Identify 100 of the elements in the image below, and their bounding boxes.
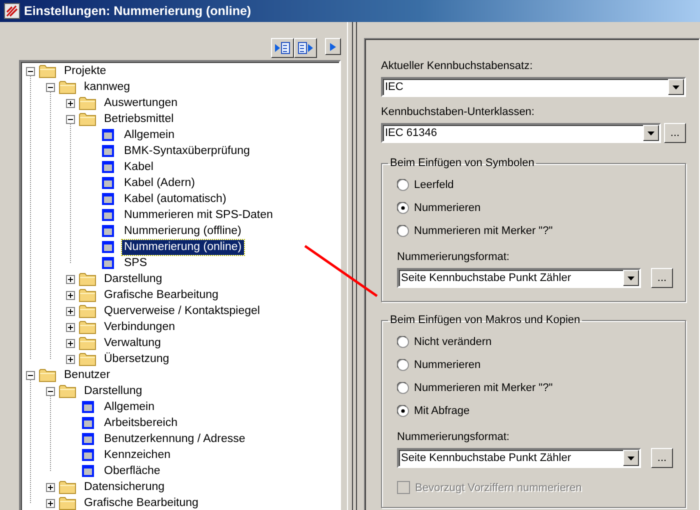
expand-icon[interactable] [66, 274, 75, 284]
triangle-page-icon [274, 40, 291, 56]
tree-item[interactable]: Benutzer [62, 368, 112, 382]
folder-icon [79, 112, 96, 126]
page-icon [82, 465, 94, 477]
expand-icon[interactable] [66, 98, 75, 108]
expand-icon[interactable] [66, 338, 75, 348]
collapse-icon[interactable] [46, 82, 55, 92]
page-icon [102, 129, 114, 141]
tree-item[interactable]: Datensicherung [82, 480, 167, 494]
group-title: Beim Einfügen von Makros und Kopien [389, 314, 582, 326]
toolbar-button[interactable] [294, 38, 317, 58]
radio-label: Nummerieren mit Merker "?" [414, 382, 553, 394]
dropdown-arrow-icon [623, 270, 639, 286]
radio-button[interactable] [397, 358, 409, 370]
field-label: Nummerierungsformat: [397, 430, 510, 444]
tree-item[interactable]: kannweg [82, 80, 132, 94]
page-icon [82, 449, 94, 461]
tree-item[interactable]: Nummerierung (online) [122, 240, 244, 254]
tree-item[interactable]: Allgemein [122, 128, 176, 142]
splitter[interactable] [347, 22, 357, 510]
radio-button[interactable] [397, 224, 409, 236]
expand-icon[interactable] [46, 482, 55, 492]
page-icon [102, 145, 114, 157]
group-title: Beim Einfügen von Symbolen [389, 157, 536, 169]
collapse-icon[interactable] [26, 370, 35, 380]
expand-icon[interactable] [66, 290, 75, 300]
tree-item[interactable]: Oberfläche [102, 464, 162, 478]
triangle-icon [328, 40, 338, 52]
field-label: Kennbuchstaben-Unterklassen: [381, 105, 536, 119]
toolbar-button[interactable] [271, 38, 294, 58]
folder-icon [59, 480, 76, 494]
browse-button[interactable]: ... [651, 448, 673, 468]
tree-item[interactable]: Benutzerkennung / Adresse [102, 432, 248, 446]
tree-item[interactable]: SPS [122, 256, 150, 270]
app-icon [4, 3, 20, 19]
tree-item[interactable]: Kennzeichen [102, 448, 172, 462]
tree-item[interactable]: BMK-Syntaxüberprüfung [122, 144, 252, 158]
radio-label: Leerfeld [414, 178, 454, 190]
collapse-icon[interactable] [46, 386, 55, 396]
dropdown[interactable]: IEC 61346 [381, 123, 661, 143]
dropdown[interactable]: IEC [381, 77, 686, 97]
expand-icon[interactable] [66, 306, 75, 316]
expand-icon[interactable] [66, 354, 75, 364]
toolbar-button[interactable] [325, 38, 341, 55]
folder-icon [79, 272, 96, 286]
folder-icon [39, 64, 56, 78]
page-icon [82, 401, 94, 413]
tree-item[interactable]: Allgemein [102, 400, 156, 414]
folder-icon [79, 336, 96, 350]
tree-item[interactable]: Darstellung [102, 272, 164, 286]
folder-icon [59, 496, 76, 510]
tree-item[interactable]: Projekte [62, 64, 108, 78]
collapse-icon[interactable] [66, 114, 75, 124]
page-icon [82, 433, 94, 445]
tree-item[interactable]: Auswertungen [102, 96, 180, 110]
tree-item[interactable]: Kabel [122, 160, 156, 174]
browse-button[interactable]: ... [651, 268, 673, 288]
tree-item[interactable]: Querverweise / Kontaktspiegel [102, 304, 262, 318]
page-icon [102, 161, 114, 173]
browse-button[interactable]: ... [664, 123, 686, 143]
dropdown-arrow-icon [623, 450, 639, 466]
tree-item[interactable]: Kabel (Adern) [122, 176, 197, 190]
tree-item[interactable]: Arbeitsbereich [102, 416, 180, 430]
dropdown[interactable]: Seite Kennbuchstabe Punkt Zähler [397, 268, 641, 288]
radio-button[interactable] [397, 202, 409, 214]
page-icon [102, 241, 114, 253]
tree-item[interactable]: Verbindungen [102, 320, 177, 334]
tree-item[interactable]: Grafische Bearbeitung [102, 288, 220, 302]
page-triangle-icon [297, 40, 314, 56]
radio-button[interactable] [397, 404, 409, 416]
tree-item[interactable]: Grafische Bearbeitung [82, 496, 200, 510]
expand-icon[interactable] [66, 322, 75, 332]
page-icon [102, 193, 114, 205]
window-title: Einstellungen: Nummerierung (online) [24, 4, 252, 18]
tree-item[interactable]: Darstellung [82, 384, 144, 398]
page-icon [102, 257, 114, 269]
field-label: Nummerierungsformat: [397, 250, 510, 264]
folder-icon [79, 352, 96, 366]
radio-button[interactable] [397, 178, 409, 190]
dropdown[interactable]: Seite Kennbuchstabe Punkt Zähler [397, 448, 641, 468]
radio-label: Nummerieren mit Merker "?" [414, 224, 553, 236]
tree-item[interactable]: Nummerieren mit SPS-Daten [122, 208, 275, 222]
dropdown-arrow-icon [643, 125, 659, 141]
tree-item[interactable]: Nummerierung (offline) [122, 224, 244, 238]
tree-item[interactable]: Kabel (automatisch) [122, 192, 228, 206]
collapse-icon[interactable] [26, 66, 35, 76]
folder-icon [59, 384, 76, 398]
tree-item[interactable]: Verwaltung [102, 336, 163, 350]
folder-icon [79, 96, 96, 110]
checkbox-label: Bevorzugt Vorziffern nummerieren [415, 482, 582, 494]
field-label: Aktueller Kennbuchstabensatz: [381, 59, 534, 73]
tree-item[interactable]: Übersetzung [102, 352, 172, 366]
folder-icon [79, 304, 96, 318]
expand-icon[interactable] [46, 498, 55, 508]
radio-label: Nummerieren [414, 202, 481, 214]
radio-button[interactable] [397, 382, 409, 394]
tree-item[interactable]: Betriebsmittel [102, 112, 176, 126]
dropdown-arrow-icon [668, 79, 684, 95]
radio-button[interactable] [397, 336, 409, 348]
